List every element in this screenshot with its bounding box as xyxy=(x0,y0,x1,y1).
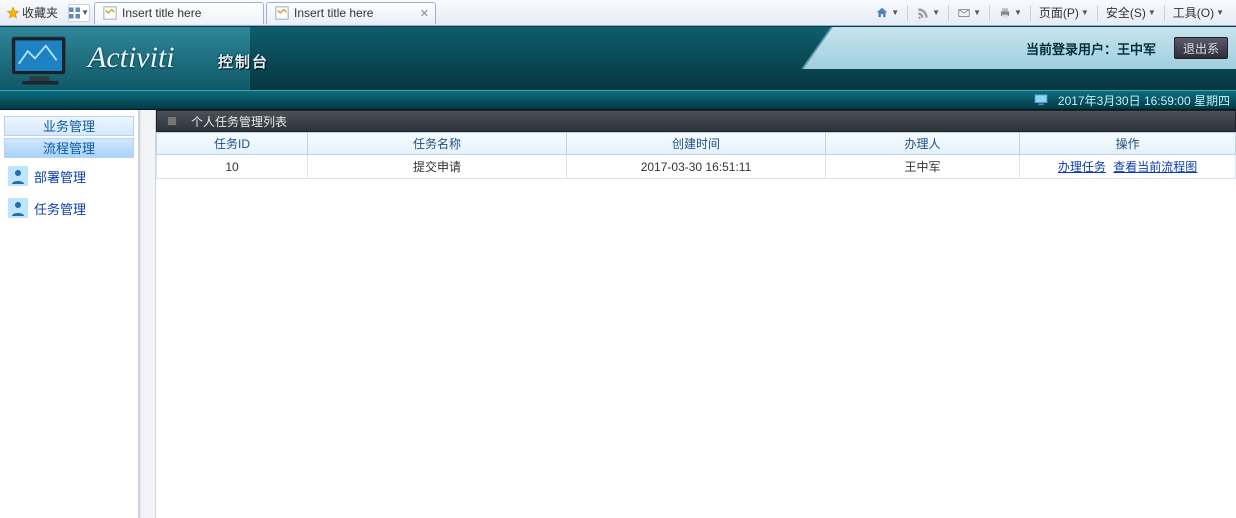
browser-tools: ▼ ▼ ▼ ▼ 页面(P) ▼ 安全(S) ▼ 工具(O) ▼ xyxy=(871,3,1232,23)
sidebar-item-label: 部署管理 xyxy=(34,167,86,186)
cell-ops: 办理任务 查看当前流程图 xyxy=(1020,155,1236,179)
browser-chrome: 收藏夹 ▼ Insert title here Insert title her… xyxy=(0,0,1236,26)
chevron-down-icon: ▼ xyxy=(932,8,940,17)
col-id: 任务ID xyxy=(157,133,308,155)
close-icon[interactable]: ✕ xyxy=(420,7,429,20)
sidebar-item-deploy[interactable]: 部署管理 xyxy=(0,160,138,192)
cell-created: 2017-03-30 16:51:11 xyxy=(567,155,826,179)
tab-title: Insert title here xyxy=(122,6,201,20)
status-strip: 2017年3月30日 16:59:00 星期四 xyxy=(0,90,1236,110)
sidebar: 业务管理 流程管理 部署管理 任务管理 xyxy=(0,110,140,518)
tab-title: Insert title here xyxy=(294,6,373,20)
status-datetime: 2017年3月30日 16:59:00 星期四 xyxy=(1058,92,1230,109)
collapse-icon[interactable] xyxy=(167,116,177,126)
rss-icon xyxy=(916,6,930,20)
chevron-down-icon: ▼ xyxy=(973,8,981,17)
brand-subtitle: 控制台 xyxy=(218,51,269,72)
page-icon xyxy=(275,6,289,20)
user-deploy-icon xyxy=(8,166,28,186)
chevron-down-icon: ▼ xyxy=(1014,8,1022,17)
col-created: 创建时间 xyxy=(567,133,826,155)
browser-tab-active[interactable]: Insert title here ✕ xyxy=(266,2,436,24)
mail-icon xyxy=(957,6,971,20)
chevron-down-icon: ▼ xyxy=(1216,8,1224,17)
link-handle-task[interactable]: 办理任务 xyxy=(1058,160,1106,174)
grid-icon xyxy=(69,7,80,19)
col-ops: 操作 xyxy=(1020,133,1236,155)
monitor-icon xyxy=(8,33,80,90)
splitter[interactable] xyxy=(140,110,156,518)
home-button[interactable]: ▼ xyxy=(871,3,903,23)
section-bar: 个人任务管理列表 xyxy=(156,110,1236,132)
app-header: 当前登录用户：王中军 退出系 Activiti 控制台 xyxy=(0,26,1236,90)
chevron-down-icon: ▼ xyxy=(891,8,899,17)
link-view-flow[interactable]: 查看当前流程图 xyxy=(1113,160,1197,174)
table-header-row: 任务ID 任务名称 创建时间 办理人 操作 xyxy=(157,133,1236,155)
monitor-small-icon xyxy=(1034,94,1048,106)
page-menu[interactable]: 页面(P) ▼ xyxy=(1035,3,1093,23)
favorites-button[interactable]: 收藏夹 xyxy=(4,4,64,21)
favorites-label: 收藏夹 xyxy=(22,4,58,21)
home-icon xyxy=(875,6,889,20)
sidebar-item-label: 任务管理 xyxy=(34,199,86,218)
logout-button[interactable]: 退出系 xyxy=(1174,37,1228,59)
quick-tabs-button[interactable]: ▼ xyxy=(68,4,90,22)
content: 个人任务管理列表 任务ID 任务名称 创建时间 办理人 操作 10 提交申请 2… xyxy=(156,110,1236,518)
user-task-icon xyxy=(8,198,28,218)
brand-title: Activiti xyxy=(88,41,175,75)
cell-assignee: 王中军 xyxy=(825,155,1019,179)
chevron-down-icon: ▼ xyxy=(81,8,89,17)
sidebar-item-tasks[interactable]: 任务管理 xyxy=(0,192,138,224)
section-title: 个人任务管理列表 xyxy=(191,113,287,130)
col-assignee: 办理人 xyxy=(825,133,1019,155)
sidebar-group-business[interactable]: 业务管理 xyxy=(4,116,134,136)
star-icon xyxy=(6,6,20,20)
print-icon xyxy=(998,6,1012,20)
safety-menu[interactable]: 安全(S) ▼ xyxy=(1102,3,1160,23)
chevron-down-icon: ▼ xyxy=(1081,8,1089,17)
browser-tab[interactable]: Insert title here xyxy=(94,2,264,24)
cell-name: 提交申请 xyxy=(308,155,567,179)
chevron-down-icon: ▼ xyxy=(1148,8,1156,17)
task-table: 任务ID 任务名称 创建时间 办理人 操作 10 提交申请 2017-03-30… xyxy=(156,132,1236,179)
page-icon xyxy=(103,6,117,20)
cell-id: 10 xyxy=(157,155,308,179)
sidebar-group-process[interactable]: 流程管理 xyxy=(4,138,134,158)
feeds-button[interactable]: ▼ xyxy=(912,3,944,23)
tools-menu[interactable]: 工具(O) ▼ xyxy=(1169,3,1228,23)
col-name: 任务名称 xyxy=(308,133,567,155)
mail-button[interactable]: ▼ xyxy=(953,3,985,23)
print-button[interactable]: ▼ xyxy=(994,3,1026,23)
login-user-label: 当前登录用户：王中军 xyxy=(1026,39,1156,58)
table-row: 10 提交申请 2017-03-30 16:51:11 王中军 办理任务 查看当… xyxy=(157,155,1236,179)
